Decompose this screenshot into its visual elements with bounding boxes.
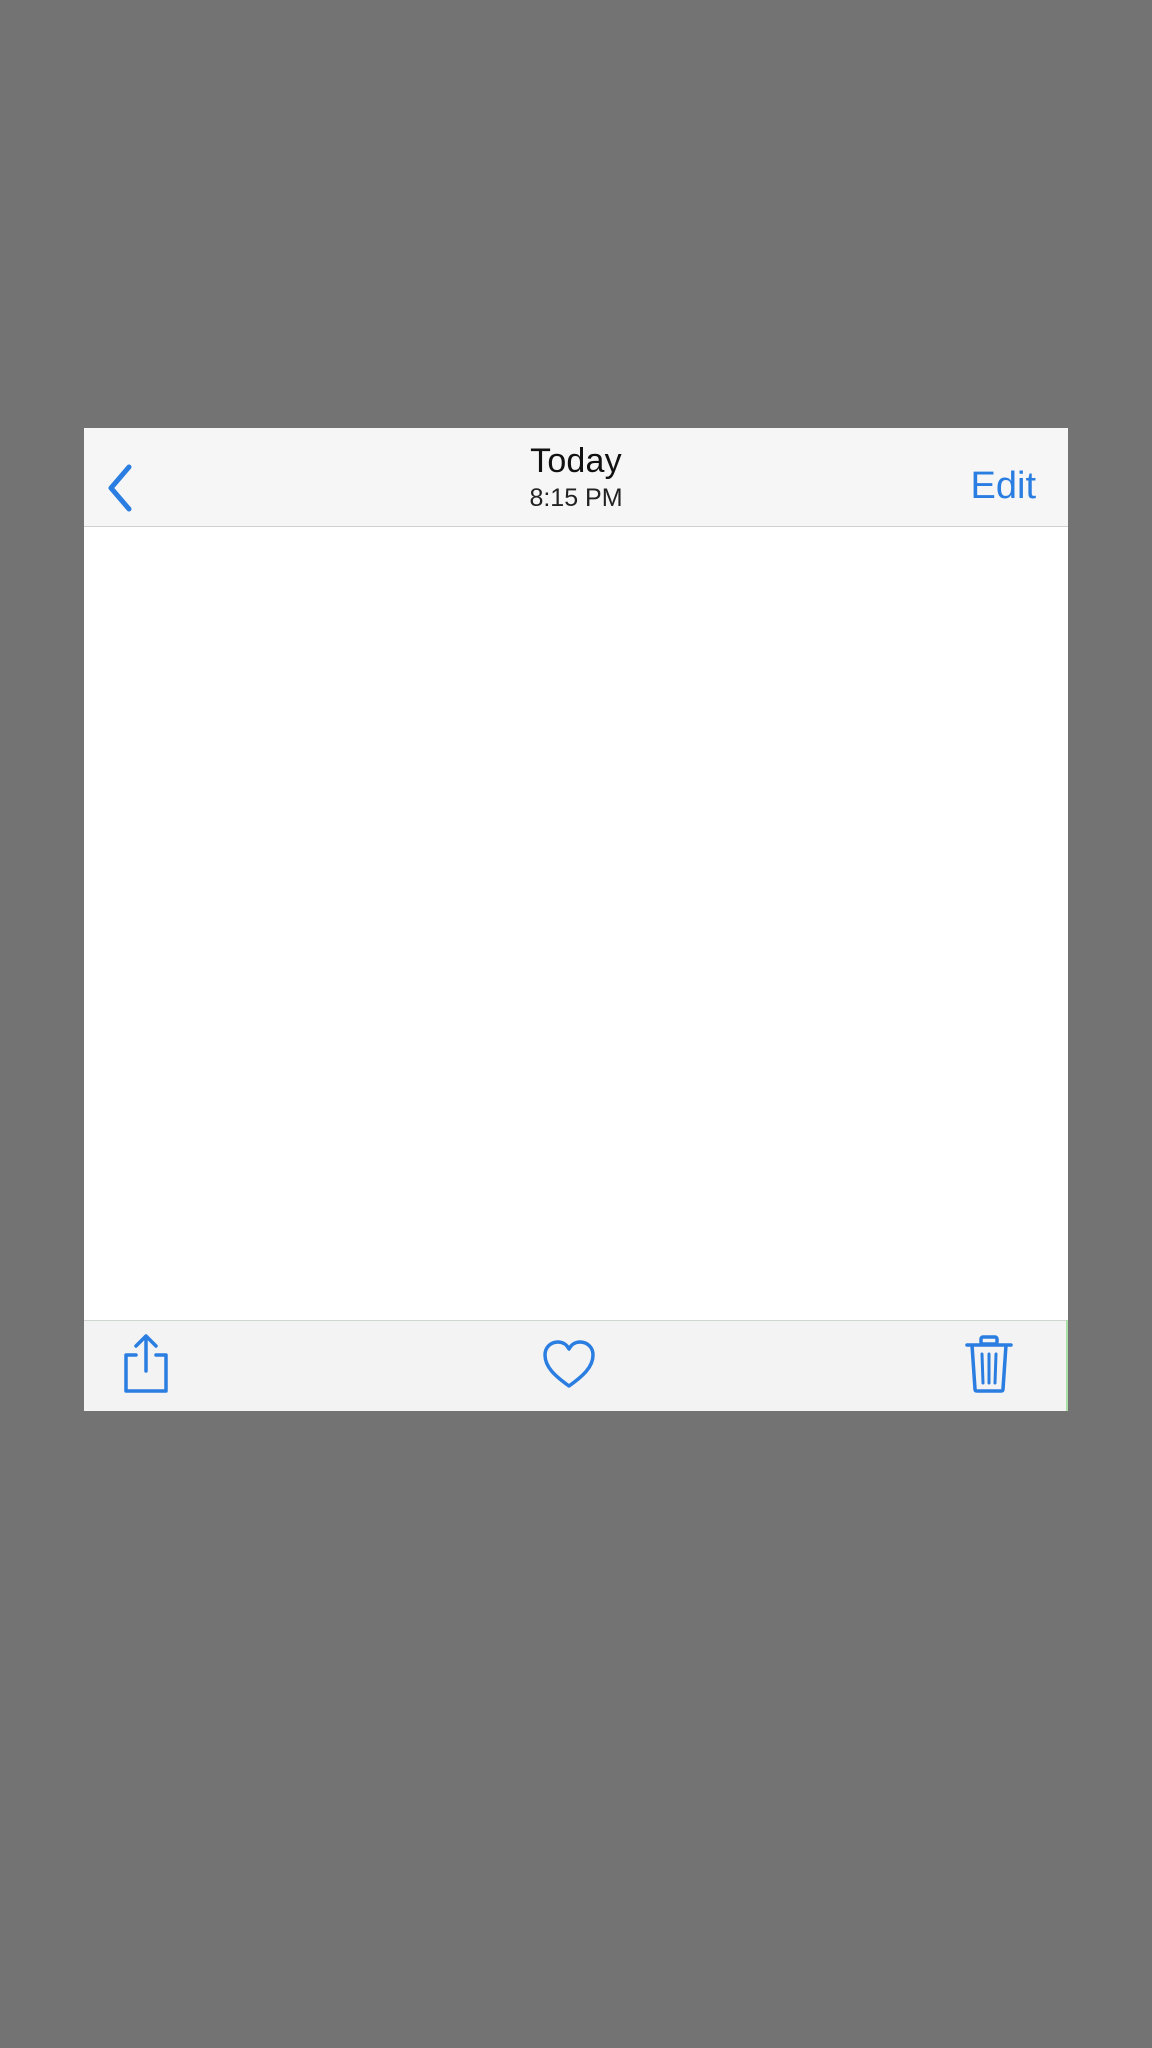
favorite-button[interactable] — [534, 1329, 604, 1399]
page-title: Today — [530, 442, 622, 480]
delete-button[interactable] — [954, 1329, 1024, 1399]
share-button[interactable] — [111, 1329, 181, 1399]
title-block: Today 8:15 PM — [84, 443, 1068, 513]
bottom-toolbar — [84, 1320, 1068, 1411]
edit-button[interactable]: Edit — [971, 464, 1036, 508]
edge-divider — [1066, 1320, 1068, 1411]
photo-content[interactable] — [84, 527, 1068, 1318]
page-subtitle-time: 8:15 PM — [529, 484, 623, 512]
share-icon — [124, 1334, 168, 1393]
photo-viewer: Today 8:15 PM Edit — [84, 428, 1068, 1411]
trash-icon — [965, 1335, 1013, 1393]
navigation-bar: Today 8:15 PM Edit — [84, 428, 1068, 527]
heart-icon — [543, 1340, 595, 1388]
